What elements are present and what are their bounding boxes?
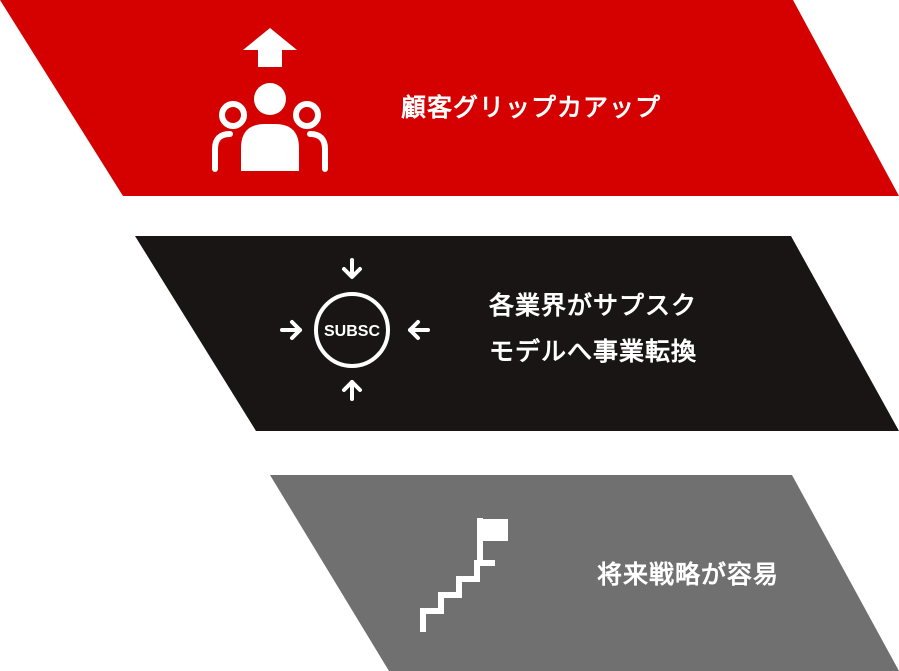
subsc-text: SUBSC	[324, 323, 380, 340]
band-customer-grip: 顧客グリップカアップ	[0, 0, 899, 196]
band-future-strategy: 将来戦略が容易	[0, 475, 899, 671]
parallelogram-black	[135, 236, 899, 431]
band-label: 顧客グリップカアップ	[401, 85, 661, 131]
band-label: 将来戦略が容易	[597, 552, 779, 598]
band-label-line: 顧客グリップカアップ	[401, 93, 662, 122]
band-label: 各業界がサプスク モデルへ事業転換	[489, 283, 697, 375]
band-label-line: 各業界がサプスク	[489, 291, 698, 320]
band-label-line: 将来戦略が容易	[597, 560, 780, 589]
band-subscription-shift: SUBSC 各業界がサプスク モデルへ事業転換	[0, 236, 899, 431]
band-label-line: モデルへ事業転換	[489, 337, 698, 366]
users-up-arrow-icon	[212, 28, 328, 172]
stairs-flag-icon	[420, 518, 508, 632]
subscription-arrows-icon: SUBSC	[280, 258, 430, 401]
